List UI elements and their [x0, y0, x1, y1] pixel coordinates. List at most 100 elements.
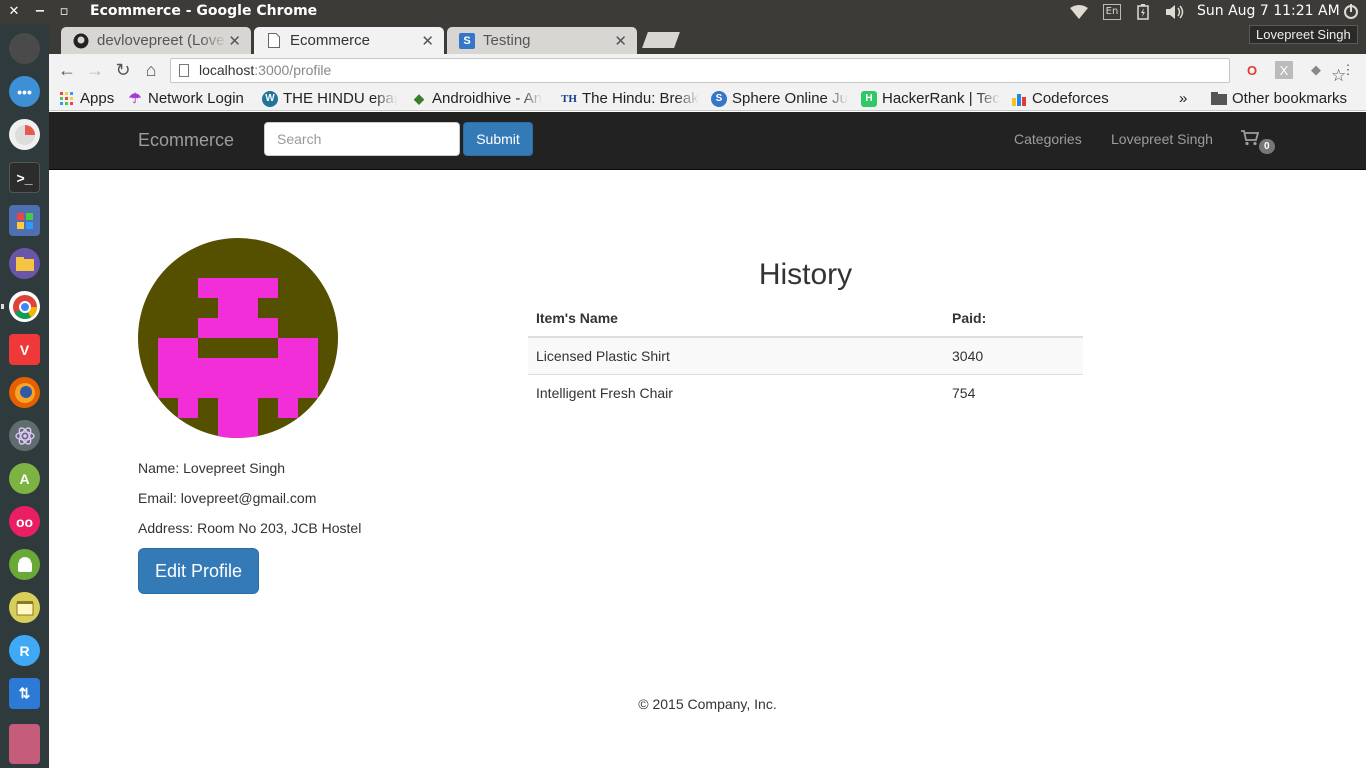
update-icon[interactable]: ⇅: [9, 678, 40, 709]
tab-title: Testing: [483, 32, 531, 49]
clock[interactable]: Sun Aug 7 11:21 AM: [1197, 3, 1340, 19]
page-viewport: Ecommerce Submit Categories Lovepreet Si…: [49, 112, 1366, 768]
files-icon[interactable]: [9, 248, 40, 279]
bookmark-codeforces[interactable]: Codeforces: [1011, 90, 1109, 107]
paid-cell: 3040: [944, 336, 1083, 374]
history-title: History: [758, 258, 853, 291]
pie-icon[interactable]: [9, 119, 40, 150]
volume-icon[interactable]: [1163, 0, 1187, 24]
column-header: Paid:: [944, 300, 1083, 338]
stack-icon[interactable]: [9, 724, 40, 764]
apps-grid-icon[interactable]: [9, 205, 40, 236]
androidhive-icon: ◆: [414, 90, 424, 106]
profile-badge[interactable]: Lovepreet Singh: [1249, 25, 1358, 44]
android-icon[interactable]: [9, 549, 40, 580]
bookmark-other[interactable]: Other bookmarks: [1211, 90, 1347, 107]
avatar: [138, 238, 338, 438]
profile-name: Name: Lovepreet Singh: [138, 460, 286, 476]
address-bar[interactable]: localhost:3000/profile ☆: [170, 58, 1346, 85]
folder-icon: [1211, 91, 1227, 107]
browser-window: devlovepreet (Love ✕ Ecommerce ✕ S Testi…: [49, 24, 1366, 768]
flickr-icon[interactable]: oo: [9, 506, 40, 537]
android-studio-icon[interactable]: A: [9, 463, 40, 494]
window-minimize-icon[interactable]: −: [31, 3, 49, 21]
battery-icon[interactable]: [1132, 0, 1154, 24]
tab-title: Ecommerce: [290, 32, 371, 49]
opera-extension-icon[interactable]: O: [1243, 61, 1261, 79]
search-input[interactable]: [264, 122, 460, 156]
profile-address: Address: Room No 203, JCB Hostel: [138, 520, 362, 536]
page-icon: [266, 33, 282, 49]
browser-toolbar: ← → ↻ ⌂ localhost:3000/profile ☆ O X ◆ ⋮: [49, 54, 1366, 87]
firefox-icon[interactable]: [9, 377, 40, 408]
bookmark-the-hindu-epaper[interactable]: W THE HINDU epap: [262, 90, 397, 107]
cart-icon[interactable]: [1241, 130, 1260, 151]
wifi-icon[interactable]: [1068, 0, 1090, 24]
sphere-icon: S: [459, 32, 475, 49]
dots-icon[interactable]: •••: [9, 76, 40, 107]
bookmark-hackerrank[interactable]: H HackerRank | Tec: [861, 90, 1001, 107]
wordpress-icon: W: [262, 90, 278, 107]
bookmarks-bar: Apps ☂ Network Login W THE HINDU epap ◆ …: [49, 87, 1366, 111]
window-title: Ecommerce - Google Chrome: [90, 3, 318, 19]
bookmark-network-login[interactable]: ☂ Network Login: [127, 90, 244, 107]
tab-close-icon[interactable]: ✕: [228, 32, 241, 50]
th-icon: TH: [561, 92, 577, 105]
apple-icon[interactable]: [9, 33, 40, 64]
url-path: :3000/profile: [254, 62, 332, 78]
tab-github[interactable]: devlovepreet (Love ✕: [61, 27, 251, 54]
cart-count-badge: 0: [1259, 139, 1275, 154]
column-header: Item's Name: [528, 300, 944, 338]
forward-icon[interactable]: →: [84, 59, 106, 81]
submit-button[interactable]: Submit: [463, 122, 533, 156]
tab-testing[interactable]: S Testing ✕: [447, 27, 637, 54]
cube-extension-icon[interactable]: ◆: [1307, 61, 1325, 79]
nav-user[interactable]: Lovepreet Singh: [1111, 131, 1213, 147]
more-bookmarks-chevron[interactable]: »: [1179, 90, 1187, 107]
tab-title: devlovepreet (Love: [97, 32, 225, 49]
table-header-row: Item's Name Paid:: [528, 300, 1083, 338]
menu-icon[interactable]: ⋮: [1339, 61, 1357, 79]
site-navbar: Ecommerce Submit Categories Lovepreet Si…: [49, 112, 1366, 170]
page-footer: © 2015 Company, Inc.: [638, 696, 777, 712]
vivaldi-icon[interactable]: V: [9, 334, 40, 365]
reload-icon[interactable]: ↻: [112, 59, 134, 81]
archive-icon[interactable]: [9, 592, 40, 623]
item-name-cell: Licensed Plastic Shirt: [528, 336, 944, 374]
site-brand[interactable]: Ecommerce: [138, 130, 234, 151]
rstudio-icon[interactable]: R: [9, 635, 40, 666]
terminal-icon[interactable]: >_: [9, 162, 40, 193]
window-close-icon[interactable]: ✕: [5, 3, 23, 21]
url-host: localhost: [199, 62, 255, 78]
x-extension-icon[interactable]: X: [1275, 61, 1293, 79]
settings-icon[interactable]: [1340, 0, 1362, 24]
bookmark-the-hindu[interactable]: TH The Hindu: Break: [561, 90, 699, 107]
bookmark-spoj[interactable]: S Sphere Online Ju: [711, 90, 849, 107]
identicon-image: [158, 278, 318, 438]
codeforces-icon: [1011, 91, 1027, 107]
back-icon[interactable]: ←: [56, 59, 78, 81]
spoj-icon: S: [711, 90, 727, 107]
nav-categories[interactable]: Categories: [1014, 131, 1082, 147]
item-name-cell: Intelligent Fresh Chair: [528, 373, 944, 411]
tab-close-icon[interactable]: ✕: [421, 32, 434, 50]
bookmark-androidhive[interactable]: ◆ Androidhive - An: [411, 90, 549, 107]
apps-icon: [59, 91, 75, 107]
hackerrank-icon: H: [861, 90, 877, 107]
atom-icon[interactable]: [9, 420, 40, 451]
edit-profile-button[interactable]: Edit Profile: [138, 548, 259, 594]
page-info-icon[interactable]: [179, 64, 189, 77]
window-maximize-icon[interactable]: ▫: [55, 3, 73, 21]
tab-ecommerce[interactable]: Ecommerce ✕: [254, 27, 444, 54]
bookmark-apps[interactable]: Apps: [59, 90, 114, 107]
new-tab-button[interactable]: [642, 32, 680, 48]
table-row: Licensed Plastic Shirt 3040: [528, 336, 1083, 374]
tab-close-icon[interactable]: ✕: [614, 32, 627, 50]
paid-cell: 754: [944, 373, 1083, 411]
app-launcher: ••• >_ V A oo R ⇅: [0, 24, 49, 768]
tab-strip: devlovepreet (Love ✕ Ecommerce ✕ S Testi…: [49, 24, 1366, 54]
profile-email: Email: lovepreet@gmail.com: [138, 490, 317, 506]
keyboard-layout[interactable]: En: [1100, 0, 1124, 24]
chrome-icon[interactable]: [9, 291, 40, 322]
home-icon[interactable]: ⌂: [140, 59, 162, 81]
